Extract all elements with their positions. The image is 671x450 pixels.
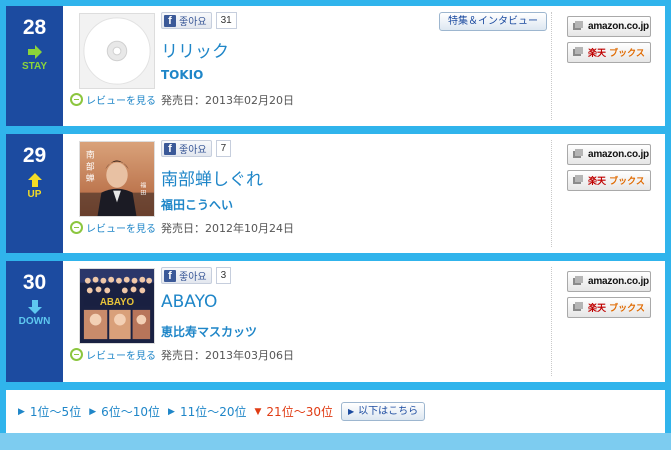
artist-link[interactable]: 福田こうへい: [161, 196, 233, 213]
pager-current-21-30: ▼ 21位〜30位: [254, 405, 333, 419]
album-cover-photo[interactable]: ABAYO: [79, 268, 155, 344]
cart-icon: [573, 302, 583, 311]
triangle-down-icon: ▼: [254, 406, 262, 417]
like-label: 좋아요: [179, 145, 207, 156]
facebook-like-button[interactable]: f 좋아요: [161, 267, 212, 284]
movement-label: STAY: [21, 61, 47, 72]
review-label: レビューを見る: [86, 224, 156, 235]
triangle-right-icon: ▶: [168, 406, 175, 417]
release-date: 発売日：2012年10月24日: [161, 222, 294, 235]
artist-link[interactable]: 恵比寿マスカッツ: [161, 323, 257, 340]
artist-link[interactable]: TOKIO: [161, 68, 203, 82]
chart-entry-28: 28 STAY f 좋아요 31 特集＆インタビュー リリック TOKIO レビ…: [6, 6, 665, 126]
amazon-button[interactable]: amazon.co.jp: [567, 271, 651, 292]
svg-text:田: 田: [140, 190, 146, 197]
facebook-like-button[interactable]: f 좋아요: [161, 12, 212, 29]
rank-pager: ▶ 1位〜5位 ▶ 6位〜10位 ▶ 11位〜20位 ▼ 21位〜30位 ▶ 以…: [6, 390, 665, 433]
review-label: レビューを見る: [86, 351, 156, 362]
up-arrow-icon: [27, 173, 42, 187]
svg-text:南: 南: [86, 149, 95, 161]
like-label: 좋아요: [179, 272, 207, 283]
amazon-label: amazon.co.jp: [588, 149, 649, 160]
rank-number: 29: [22, 144, 47, 167]
svg-text:ABAYO: ABAYO: [100, 297, 135, 308]
svg-text:福: 福: [140, 181, 146, 189]
facebook-like[interactable]: f 좋아요 3: [161, 267, 232, 284]
facebook-icon: f: [164, 269, 176, 282]
review-icon: [70, 93, 83, 106]
more-rankings-button[interactable]: ▶ 以下はこちら: [340, 402, 426, 421]
cd-disc-placeholder[interactable]: [79, 13, 155, 89]
svg-text:部: 部: [86, 160, 95, 172]
facebook-like[interactable]: f 좋아요 7: [161, 140, 232, 157]
rakuten-label: 楽天 ブックス: [588, 49, 645, 59]
facebook-icon: f: [164, 142, 176, 155]
movement-label: UP: [27, 189, 42, 200]
down-arrow-icon: [27, 300, 42, 314]
like-count: 7: [215, 140, 232, 157]
divider: [551, 140, 552, 247]
release-date: 発売日：2013年03月06日: [161, 349, 294, 362]
divider: [551, 12, 552, 120]
rakuten-books-button[interactable]: 楽天 ブックス: [567, 170, 651, 191]
review-link[interactable]: レビューを見る: [70, 92, 156, 107]
review-link[interactable]: レビューを見る: [70, 347, 156, 362]
like-count: 3: [215, 267, 232, 284]
rakuten-label: 楽天 ブックス: [588, 304, 645, 314]
chart-entry-29: 29 UP 南 部 蝉 福 田 f 좋아요 7 南部蝉しぐれ 福田こうへい レビ…: [6, 134, 665, 253]
facebook-like[interactable]: f 좋아요 31: [161, 12, 237, 29]
song-title-link[interactable]: ABAYO: [161, 292, 217, 312]
feature-interview-button[interactable]: 特集＆インタビュー: [439, 12, 547, 31]
rakuten-label: 楽天 ブックス: [588, 177, 645, 187]
review-link[interactable]: レビューを見る: [70, 220, 156, 235]
review-icon: [70, 221, 83, 234]
triangle-right-icon: ▶: [89, 406, 97, 417]
footer-strip: [0, 433, 671, 450]
rank-column: 30 DOWN: [6, 261, 63, 382]
amazon-label: amazon.co.jp: [588, 276, 649, 287]
amazon-button[interactable]: amazon.co.jp: [567, 16, 651, 37]
cart-icon: [573, 47, 583, 56]
facebook-icon: f: [164, 14, 176, 27]
right-arrow-icon: [27, 45, 42, 59]
like-count: 31: [215, 12, 237, 29]
cart-icon: [573, 149, 583, 158]
rank-number: 28: [22, 16, 47, 39]
facebook-like-button[interactable]: f 좋아요: [161, 140, 212, 157]
release-date: 発売日：2013年02月20日: [161, 94, 294, 107]
triangle-right-icon: ▶: [18, 406, 25, 417]
amazon-button[interactable]: amazon.co.jp: [567, 144, 651, 165]
rank-column: 29 UP: [6, 134, 63, 253]
pager-link-6-10[interactable]: ▶ 6位〜10位: [89, 403, 160, 420]
svg-text:蝉: 蝉: [86, 172, 95, 184]
rank-number: 30: [22, 271, 47, 294]
rank-column: 28 STAY: [6, 6, 63, 126]
review-icon: [70, 348, 83, 361]
rakuten-books-button[interactable]: 楽天 ブックス: [567, 297, 651, 318]
cart-icon: [573, 276, 583, 285]
pager-link-11-20[interactable]: ▶ 11位〜20位: [168, 403, 246, 420]
movement-label: DOWN: [18, 316, 51, 327]
cart-icon: [573, 175, 583, 184]
song-title-link[interactable]: 南部蝉しぐれ: [161, 165, 263, 190]
amazon-label: amazon.co.jp: [588, 21, 649, 32]
pager-link-1-5[interactable]: ▶ 1位〜5位: [18, 403, 81, 420]
triangle-right-icon: ▶: [347, 407, 355, 416]
like-label: 좋아요: [179, 17, 207, 28]
chart-entry-30: 30 DOWN ABAYO f 좋아요 3 ABAYO 恵比寿マスカッツ レビュ…: [6, 261, 665, 382]
song-title-link[interactable]: リリック: [161, 37, 229, 62]
album-cover-photo[interactable]: 南 部 蝉 福 田: [79, 141, 155, 217]
review-label: レビューを見る: [86, 96, 156, 107]
divider: [551, 267, 552, 376]
cart-icon: [573, 21, 583, 30]
rakuten-books-button[interactable]: 楽天 ブックス: [567, 42, 651, 63]
